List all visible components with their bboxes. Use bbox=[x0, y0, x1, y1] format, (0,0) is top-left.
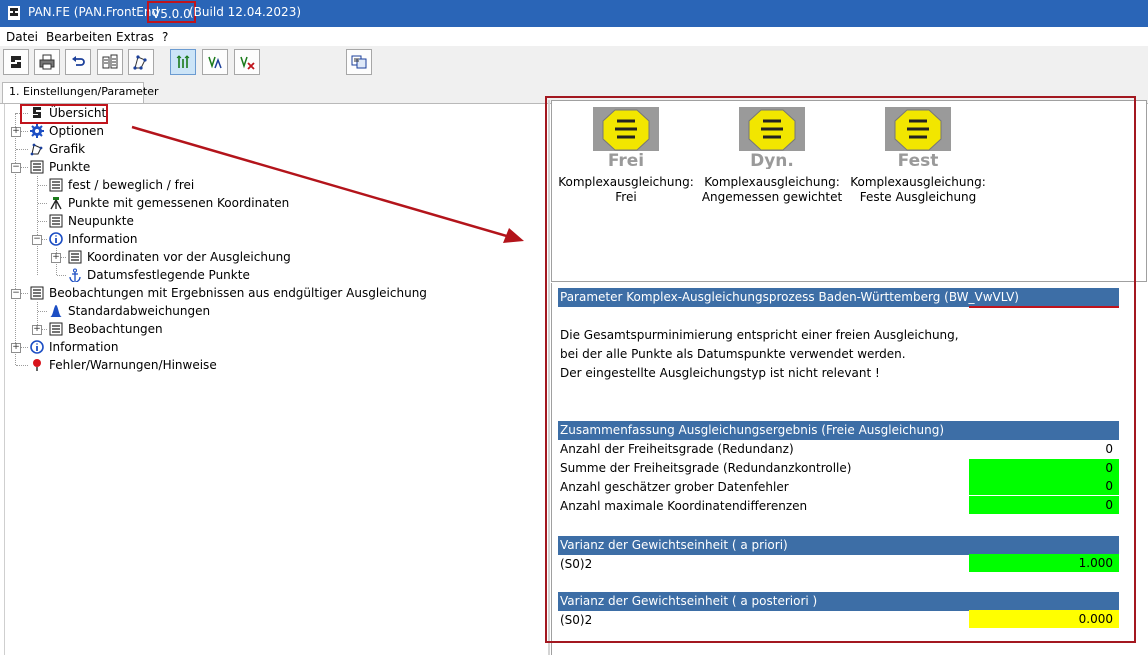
tab-einstellungen-parameter[interactable]: 1. Einstellungen/Parameter bbox=[2, 82, 159, 103]
annotation-frame bbox=[545, 96, 1136, 643]
adjust-weighted-button[interactable] bbox=[202, 49, 228, 75]
list-icon bbox=[30, 286, 44, 300]
adjust-free-icon bbox=[176, 55, 190, 68]
list-icon bbox=[49, 214, 63, 228]
tree-item-label: Datumsfestlegende Punkte bbox=[87, 268, 250, 282]
list-icon bbox=[49, 322, 63, 336]
tree-item-punkte-gemessen[interactable]: Punkte mit gemessenen Koordinaten bbox=[49, 194, 289, 212]
compare-button[interactable] bbox=[97, 49, 123, 75]
menu-extras[interactable]: Extras bbox=[116, 30, 154, 44]
menu-bearbeiten[interactable]: Bearbeiten bbox=[46, 30, 112, 44]
undo-icon bbox=[72, 56, 85, 66]
print-button[interactable] bbox=[34, 49, 60, 75]
tree-item-label: Punkte bbox=[49, 160, 91, 174]
adjust-free-button[interactable] bbox=[170, 49, 196, 75]
info-icon bbox=[30, 340, 44, 354]
gear-icon bbox=[30, 124, 44, 138]
tree-item-datumsfestlegende[interactable]: Datumsfestlegende Punkte bbox=[68, 266, 250, 284]
window-switch-button[interactable] bbox=[346, 49, 372, 75]
toolbar bbox=[0, 46, 1148, 80]
network-button[interactable] bbox=[128, 49, 154, 75]
tree-item-standardabweichungen[interactable]: Standardabweichungen bbox=[49, 302, 210, 320]
tree-item-label: Grafik bbox=[49, 142, 86, 156]
list-icon bbox=[49, 178, 63, 192]
tree-item-label: Information bbox=[68, 232, 138, 246]
tree-item-grafik[interactable]: Grafik bbox=[30, 140, 85, 158]
tree-item-neupunkte[interactable]: Neupunkte bbox=[49, 212, 134, 230]
collapse-beobachtungen-ergebnisse[interactable]: − bbox=[11, 289, 21, 299]
menu-bar: Datei Bearbeiten Extras ? bbox=[0, 27, 1148, 46]
window-build: (Build 12.04.2023) bbox=[189, 5, 302, 19]
tree-item-fehler-warnungen[interactable]: Fehler/Warnungen/Hinweise bbox=[30, 356, 217, 374]
undo-button[interactable] bbox=[65, 49, 91, 75]
tree-item-beobachtungen[interactable]: Beobachtungen bbox=[49, 320, 163, 338]
network-icon bbox=[133, 55, 147, 70]
print-icon bbox=[39, 54, 55, 70]
adjust-fixed-button[interactable] bbox=[234, 49, 260, 75]
window-title-prefix: PAN.FE (PAN.FrontEnd bbox=[28, 5, 160, 19]
tree-item-koordinaten-vor[interactable]: Koordinaten vor der Ausgleichung bbox=[68, 248, 291, 266]
tree-item-punkte[interactable]: Punkte bbox=[30, 158, 90, 176]
info-icon bbox=[49, 232, 63, 246]
tree-item-information-2[interactable]: Information bbox=[30, 338, 118, 356]
expand-information-2[interactable]: + bbox=[11, 343, 21, 353]
app-icon bbox=[11, 56, 21, 68]
tree-item-fest-beweglich-frei[interactable]: fest / beweglich / frei bbox=[49, 176, 194, 194]
selection-highlight bbox=[20, 104, 108, 124]
expand-koordinaten[interactable]: + bbox=[51, 253, 61, 263]
tripod-icon bbox=[49, 196, 63, 210]
expand-beobachtungen[interactable]: + bbox=[32, 325, 42, 335]
collapse-punkte[interactable]: − bbox=[11, 163, 21, 173]
adjust-weighted-icon bbox=[208, 56, 222, 69]
list-icon bbox=[68, 250, 82, 264]
tree-item-label: Punkte mit gemessenen Koordinaten bbox=[68, 196, 290, 210]
tree-item-label: Optionen bbox=[49, 124, 105, 138]
tree-item-label: Information bbox=[49, 340, 119, 354]
tree-item-information[interactable]: Information bbox=[49, 230, 137, 248]
window-switch-icon bbox=[351, 55, 367, 69]
tree-item-label: Koordinaten vor der Ausgleichung bbox=[87, 250, 291, 264]
compare-icon bbox=[102, 54, 118, 69]
menu-help[interactable]: ? bbox=[162, 30, 168, 44]
tree-item-label: Fehler/Warnungen/Hinweise bbox=[49, 358, 217, 372]
graph-icon bbox=[30, 142, 44, 156]
anchor-icon bbox=[68, 268, 82, 282]
tree-item-label: Beobachtungen mit Ergebnissen aus endgül… bbox=[49, 286, 427, 300]
tree-item-optionen[interactable]: Optionen bbox=[30, 122, 104, 140]
list-icon bbox=[30, 160, 44, 174]
collapse-information[interactable]: − bbox=[32, 235, 42, 245]
tree-item-label: Beobachtungen bbox=[68, 322, 163, 336]
tree-item-label: Neupunkte bbox=[68, 214, 134, 228]
app-button[interactable] bbox=[3, 49, 29, 75]
tree-item-label: fest / beweglich / frei bbox=[68, 178, 195, 192]
adjust-fixed-icon bbox=[240, 56, 255, 70]
pin-icon bbox=[30, 358, 44, 372]
tree-item-beobachtungen-ergebnisse[interactable]: Beobachtungen mit Ergebnissen aus endgül… bbox=[30, 284, 427, 302]
app-icon bbox=[7, 5, 21, 21]
menu-datei[interactable]: Datei bbox=[6, 30, 38, 44]
tree-item-label: Standardabweichungen bbox=[68, 304, 211, 318]
expand-optionen[interactable]: + bbox=[11, 127, 21, 137]
title-bar: PAN.FE (PAN.FrontEnd V5.0.0 (Build 12.04… bbox=[0, 0, 1148, 27]
bell-curve-icon bbox=[49, 304, 63, 318]
